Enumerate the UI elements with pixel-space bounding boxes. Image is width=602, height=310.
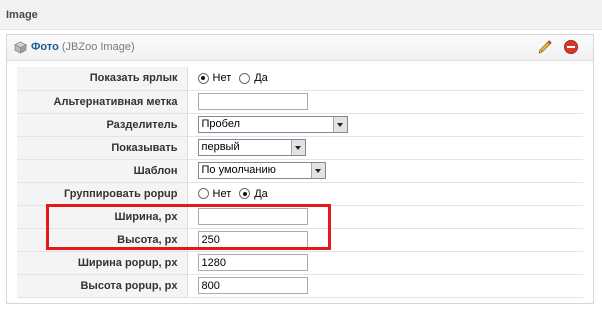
show-label-radio-yes[interactable]: Да <box>239 72 268 84</box>
param-row-popup-height: Высота popup, px <box>17 274 583 298</box>
separator-selected-value: Пробел <box>201 118 241 130</box>
delete-icon[interactable] <box>563 39 579 55</box>
element-panel: Фото (JBZoo Image) Показать ярлык Нет Да… <box>6 34 594 304</box>
show-selected-value: первый <box>201 141 240 153</box>
radio-label: Да <box>254 187 268 200</box>
params-table: Показать ярлык Нет Да Альтернативная мет… <box>17 67 583 298</box>
popup-width-input[interactable] <box>197 254 308 271</box>
show-label-radio-no[interactable]: Нет <box>197 72 232 85</box>
height-label: Высота, px <box>17 228 188 252</box>
param-row-show: Показывать первый <box>17 136 583 160</box>
radio-checked-icon <box>239 188 251 199</box>
width-input[interactable] <box>197 208 308 225</box>
radio-label: Да <box>254 72 268 85</box>
radio-unchecked-icon <box>197 188 209 199</box>
section-title: Image <box>6 9 38 21</box>
element-name[interactable]: Фото (JBZoo Image) <box>31 41 135 53</box>
pencil-icon[interactable] <box>537 39 553 55</box>
cube-icon <box>14 41 27 54</box>
height-input[interactable] <box>197 231 308 248</box>
param-row-width: Ширина, px <box>17 205 583 229</box>
param-row-alt-label: Альтернативная метка <box>17 90 583 114</box>
popup-height-label: Высота popup, px <box>17 274 188 298</box>
template-selected-value: По умолчанию <box>201 164 276 176</box>
width-label: Ширина, px <box>17 205 188 229</box>
param-row-template: Шаблон По умолчанию <box>17 159 583 183</box>
chevron-down-icon <box>290 140 305 155</box>
group-popup-radio-yes[interactable]: Да <box>239 188 268 200</box>
separator-select[interactable]: Пробел <box>197 116 348 133</box>
alt-label-label: Альтернативная метка <box>17 90 188 114</box>
radio-unchecked-icon <box>239 72 251 84</box>
page: Image Фото (JBZoo Image) Показать ярлык … <box>0 0 602 310</box>
radio-label: Нет <box>212 187 232 200</box>
param-row-popup-width: Ширина popup, px <box>17 251 583 275</box>
show-label: Показывать <box>17 136 188 160</box>
separator-label: Разделитель <box>17 113 188 137</box>
element-name-text: Фото <box>31 41 59 53</box>
radio-checked-icon <box>197 72 209 84</box>
section-header: Image <box>0 0 602 30</box>
group-popup-radio-group: Нет Да <box>197 185 276 202</box>
param-row-group-popup: Группировать popup Нет Да <box>17 182 583 206</box>
element-type: (JBZoo Image) <box>61 41 135 53</box>
chevron-down-icon <box>332 117 347 132</box>
group-popup-radio-no[interactable]: Нет <box>197 187 232 200</box>
popup-height-input[interactable] <box>197 277 308 294</box>
param-row-separator: Разделитель Пробел <box>17 113 583 137</box>
show-select[interactable]: первый <box>197 139 306 156</box>
group-popup-label: Группировать popup <box>17 182 188 206</box>
alt-label-input[interactable] <box>197 93 308 110</box>
chevron-down-icon <box>310 163 325 178</box>
show-label-radio-group: Нет Да <box>197 70 276 87</box>
show-label-label: Показать ярлык <box>17 67 188 91</box>
element-header[interactable]: Фото (JBZoo Image) <box>7 35 593 61</box>
template-select[interactable]: По умолчанию <box>197 162 326 179</box>
popup-width-label: Ширина popup, px <box>17 251 188 275</box>
param-row-show-label: Показать ярлык Нет Да <box>17 67 583 91</box>
param-row-height: Высота, px <box>17 228 583 252</box>
radio-label: Нет <box>212 72 232 85</box>
template-label: Шаблон <box>17 159 188 183</box>
